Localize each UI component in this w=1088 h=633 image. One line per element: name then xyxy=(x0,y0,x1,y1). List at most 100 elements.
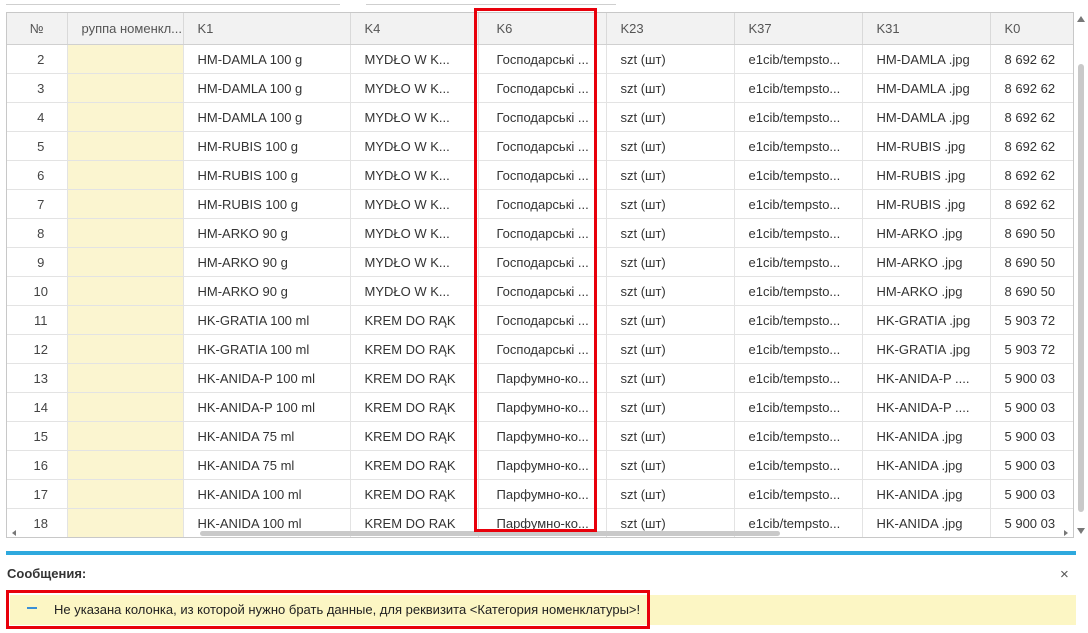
cell-k4[interactable]: KREM DO RĄK xyxy=(350,363,479,393)
cell-k6[interactable]: Парфумно-ко... xyxy=(478,450,607,480)
column-header-k23[interactable]: K23 xyxy=(606,13,735,45)
table-row[interactable]: 4 HM-DAMLA 100 g MYDŁO W K... Господарські … xyxy=(7,102,1073,132)
cell-k0[interactable]: 5 903 72 xyxy=(990,305,1073,335)
cell-k37[interactable]: e1cib/tempsto... xyxy=(734,247,863,277)
cell-num[interactable]: 17 xyxy=(7,479,68,509)
cell-k0[interactable]: 5 900 03 xyxy=(990,421,1073,451)
table-row[interactable]: 5 HM-RUBIS 100 g MYDŁO W K... Господарські … xyxy=(7,131,1073,161)
column-header-k4[interactable]: K4 xyxy=(350,13,479,45)
cell-k1[interactable]: HM-ARKO 90 g xyxy=(183,218,351,248)
cell-num[interactable]: 10 xyxy=(7,276,68,306)
cell-num[interactable]: 15 xyxy=(7,421,68,451)
cell-k4[interactable]: MYDŁO W K... xyxy=(350,131,479,161)
cell-k37[interactable]: e1cib/tempsto... xyxy=(734,102,863,132)
cell-num[interactable]: 4 xyxy=(7,102,68,132)
cell-group[interactable] xyxy=(67,44,184,74)
scroll-down-icon[interactable] xyxy=(1077,528,1085,534)
cell-k37[interactable]: e1cib/tempsto... xyxy=(734,450,863,480)
cell-k23[interactable]: szt (шт) xyxy=(606,334,735,364)
cell-group[interactable] xyxy=(67,479,184,509)
cell-k37[interactable]: e1cib/tempsto... xyxy=(734,131,863,161)
vertical-scrollbar[interactable] xyxy=(1074,14,1088,536)
cell-k37[interactable]: e1cib/tempsto... xyxy=(734,334,863,364)
cell-k37[interactable]: e1cib/tempsto... xyxy=(734,276,863,306)
cell-k4[interactable]: MYDŁO W K... xyxy=(350,276,479,306)
column-header-k31[interactable]: K31 xyxy=(862,13,991,45)
cell-k1[interactable]: HM-ARKO 90 g xyxy=(183,247,351,277)
cell-group[interactable] xyxy=(67,363,184,393)
column-header-k0[interactable]: K0 xyxy=(990,13,1073,45)
cell-k1[interactable]: HM-RUBIS 100 g xyxy=(183,189,351,219)
cell-k6[interactable]: Парфумно-ко... xyxy=(478,421,607,451)
cell-k23[interactable]: szt (шт) xyxy=(606,73,735,103)
cell-k4[interactable]: MYDŁO W K... xyxy=(350,218,479,248)
table-row[interactable]: 7 HM-RUBIS 100 g MYDŁO W K... Господарські … xyxy=(7,189,1073,219)
cell-k4[interactable]: KREM DO RĄK xyxy=(350,421,479,451)
cell-group[interactable] xyxy=(67,276,184,306)
cell-num[interactable]: 3 xyxy=(7,73,68,103)
cell-k4[interactable]: KREM DO RĄK xyxy=(350,450,479,480)
cell-k0[interactable]: 5 900 03 xyxy=(990,392,1073,422)
cell-k1[interactable]: HK-ANIDA 75 ml xyxy=(183,450,351,480)
cell-k1[interactable]: HM-DAMLA 100 g xyxy=(183,102,351,132)
cell-k4[interactable]: MYDŁO W K... xyxy=(350,102,479,132)
cell-num[interactable]: 7 xyxy=(7,189,68,219)
cell-k23[interactable]: szt (шт) xyxy=(606,392,735,422)
table-row[interactable]: 16 HK-ANIDA 75 ml KREM DO RĄK Парфумно-ко..… xyxy=(7,450,1073,480)
table-row[interactable]: 9 HM-ARKO 90 g MYDŁO W K... Господарські ..… xyxy=(7,247,1073,277)
cell-k37[interactable]: e1cib/tempsto... xyxy=(734,160,863,190)
cell-k4[interactable]: KREM DO RĄK xyxy=(350,334,479,364)
cell-k31[interactable]: HM-RUBIS .jpg xyxy=(862,131,991,161)
cell-k6[interactable]: Господарські ... xyxy=(478,276,607,306)
cell-k0[interactable]: 8 692 62 xyxy=(990,102,1073,132)
cell-group[interactable] xyxy=(67,160,184,190)
table-row[interactable]: 15 HK-ANIDA 75 ml KREM DO RĄK Парфумно-ко..… xyxy=(7,421,1073,451)
cell-k6[interactable]: Господарські ... xyxy=(478,247,607,277)
cell-k31[interactable]: HM-DAMLA .jpg xyxy=(862,73,991,103)
cell-k23[interactable]: szt (шт) xyxy=(606,102,735,132)
cell-k0[interactable]: 8 692 62 xyxy=(990,160,1073,190)
cell-k0[interactable]: 8 692 62 xyxy=(990,44,1073,74)
cell-k1[interactable]: HK-ANIDA 100 ml xyxy=(183,479,351,509)
scroll-left-icon[interactable] xyxy=(12,530,16,536)
horizontal-scroll-thumb[interactable] xyxy=(200,531,780,536)
table-row[interactable]: 17 HK-ANIDA 100 ml KREM DO RĄK Парфумно-ко.… xyxy=(7,479,1073,509)
cell-k4[interactable]: MYDŁO W K... xyxy=(350,189,479,219)
cell-group[interactable] xyxy=(67,305,184,335)
cell-k6[interactable]: Господарські ... xyxy=(478,218,607,248)
column-header-k6[interactable]: K6 xyxy=(478,13,607,45)
cell-k1[interactable]: HK-GRATIA 100 ml xyxy=(183,305,351,335)
cell-k31[interactable]: HK-ANIDA .jpg xyxy=(862,450,991,480)
cell-k1[interactable]: HK-ANIDA 75 ml xyxy=(183,421,351,451)
close-icon[interactable]: × xyxy=(1060,566,1069,583)
cell-k0[interactable]: 8 692 62 xyxy=(990,189,1073,219)
cell-k4[interactable]: MYDŁO W K... xyxy=(350,73,479,103)
scroll-right-icon[interactable] xyxy=(1064,530,1068,536)
cell-k6[interactable]: Господарські ... xyxy=(478,102,607,132)
cell-k31[interactable]: HK-GRATIA .jpg xyxy=(862,334,991,364)
cell-k0[interactable]: 5 903 72 xyxy=(990,334,1073,364)
cell-k1[interactable]: HM-ARKO 90 g xyxy=(183,276,351,306)
cell-group[interactable] xyxy=(67,450,184,480)
cell-k23[interactable]: szt (шт) xyxy=(606,218,735,248)
cell-k4[interactable]: MYDŁO W K... xyxy=(350,247,479,277)
table-row[interactable]: 12 HK-GRATIA 100 ml KREM DO RĄK Господарськ… xyxy=(7,334,1073,364)
cell-k31[interactable]: HK-ANIDA .jpg xyxy=(862,421,991,451)
cell-group[interactable] xyxy=(67,131,184,161)
cell-k6[interactable]: Господарські ... xyxy=(478,305,607,335)
cell-k23[interactable]: szt (шт) xyxy=(606,44,735,74)
cell-k0[interactable]: 8 690 50 xyxy=(990,247,1073,277)
cell-k6[interactable]: Парфумно-ко... xyxy=(478,363,607,393)
cell-k31[interactable]: HM-RUBIS .jpg xyxy=(862,160,991,190)
cell-num[interactable]: 5 xyxy=(7,131,68,161)
cell-k31[interactable]: HK-ANIDA-P .... xyxy=(862,392,991,422)
cell-num[interactable]: 2 xyxy=(7,44,68,74)
cell-k1[interactable]: HK-ANIDA-P 100 ml xyxy=(183,363,351,393)
cell-k4[interactable]: MYDŁO W K... xyxy=(350,160,479,190)
message-text[interactable]: Не указана колонка, из которой нужно бра… xyxy=(54,602,640,617)
cell-k31[interactable]: HK-ANIDA-P .... xyxy=(862,363,991,393)
table-row[interactable]: 14 HK-ANIDA-P 100 ml KREM DO RĄK Парфумно-к… xyxy=(7,392,1073,422)
table-row[interactable]: 6 HM-RUBIS 100 g MYDŁO W K... Господарські … xyxy=(7,160,1073,190)
column-header-group[interactable]: руппа номенкл... xyxy=(67,13,184,45)
cell-group[interactable] xyxy=(67,247,184,277)
